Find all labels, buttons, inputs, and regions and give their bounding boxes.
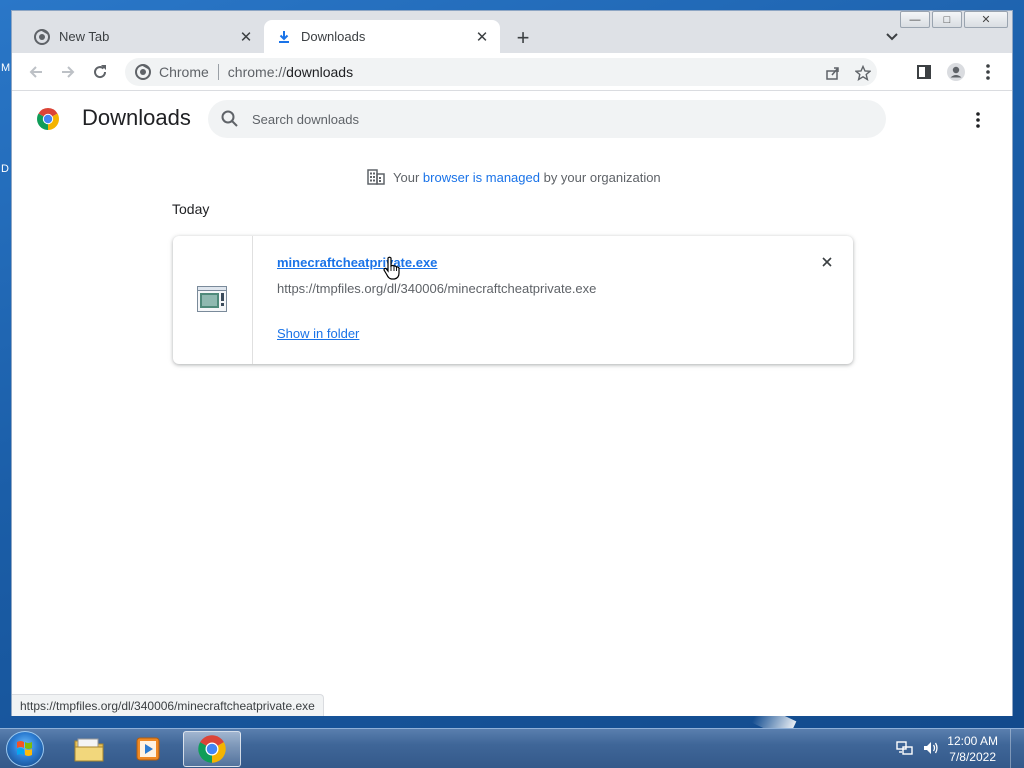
chrome-logo-icon [37,108,59,130]
chrome-icon [135,64,151,80]
chrome-icon [198,735,226,763]
back-button[interactable] [22,58,50,86]
close-window-button[interactable]: ✕ [964,11,1008,28]
window-controls: — □ ✕ [900,11,1008,28]
windows-logo-icon [17,741,32,756]
start-button[interactable] [6,731,44,767]
tab-strip: — □ ✕ New Tab ✕ Downloads ✕ + [12,11,1012,53]
close-tab-icon[interactable]: ✕ [472,27,492,47]
browser-toolbar: Chrome chrome://downloads [12,53,1012,91]
profile-avatar-icon [947,63,965,81]
managed-prefix: Your [393,169,420,185]
downloads-menu-button[interactable] [968,108,988,132]
downloads-header: Downloads [12,92,1012,148]
maximize-button[interactable]: □ [932,11,962,28]
executable-file-icon [197,286,227,312]
clock-time: 12:00 AM [947,734,998,748]
download-icon [276,29,292,45]
taskbar-explorer-button[interactable] [60,731,118,767]
share-icon[interactable] [823,63,843,83]
remove-download-button[interactable] [819,254,835,270]
managed-suffix: by your organization [543,169,661,185]
download-item-card: minecraftcheatprivate.exe https://tmpfil… [173,236,853,364]
tab-title: New Tab [59,29,110,44]
browser-menu-button[interactable] [974,58,1002,86]
download-file-name-link[interactable]: minecraftcheatprivate.exe [277,255,437,270]
tab-search-chevron-icon[interactable] [882,27,902,47]
reload-icon [94,65,107,79]
system-tray [896,739,940,757]
taskbar-clock[interactable]: 12:00 AM 7/8/2022 [947,733,998,765]
address-bar[interactable]: Chrome chrome://downloads [125,58,877,86]
download-icon-column [173,236,253,364]
profile-button[interactable] [942,58,970,86]
tab-new-tab[interactable]: New Tab ✕ [22,20,264,53]
show-desktop-button[interactable] [1010,729,1024,768]
folder-icon [74,738,104,762]
network-icon[interactable] [896,739,914,757]
search-box[interactable] [208,100,886,138]
url-scheme: chrome:// [227,64,287,80]
tab-title: Downloads [301,29,366,44]
url-text: chrome://downloads [228,64,353,80]
taskbar-media-player-button[interactable] [120,731,178,767]
download-source-url: https://tmpfiles.org/dl/340006/minecraft… [277,281,597,296]
search-input[interactable] [252,109,852,129]
chrome-icon [34,28,50,45]
close-icon [822,257,832,267]
close-tab-icon[interactable]: ✕ [236,27,256,47]
reload-button[interactable] [86,58,114,86]
building-icon [367,169,385,185]
site-chip-label: Chrome [159,64,209,80]
volume-icon[interactable] [922,739,940,757]
taskbar-chrome-button[interactable] [183,731,241,767]
page-title: Downloads [82,105,191,130]
windows-taskbar: 12:00 AM 7/8/2022 [0,728,1024,768]
side-panel-button[interactable] [910,58,938,86]
minimize-button[interactable]: — [900,11,930,28]
downloads-page: Downloads Your browser is managed by you… [12,92,1012,716]
browser-window: — □ ✕ New Tab ✕ Downloads ✕ + Chrome chr… [11,10,1013,716]
omnibox-divider [217,64,219,80]
url-host: downloads [286,64,354,80]
side-panel-icon [917,65,931,79]
media-player-icon [136,737,160,761]
tab-downloads[interactable]: Downloads ✕ [264,20,500,53]
show-in-folder-link[interactable]: Show in folder [277,326,359,341]
forward-arrow-icon [62,66,75,78]
desktop-icon-label: D [1,163,9,175]
more-vert-icon [976,112,980,128]
managed-notice: Your browser is managed by your organiza… [367,169,661,185]
forward-button[interactable] [54,58,82,86]
managed-browser-link[interactable]: browser is managed [423,170,540,185]
clock-date: 7/8/2022 [949,750,996,764]
status-bar-url: https://tmpfiles.org/dl/340006/minecraft… [12,694,324,716]
hand-pointer-cursor-icon [383,256,400,280]
search-icon [221,110,238,127]
back-arrow-icon [29,66,42,78]
new-tab-button[interactable]: + [510,25,536,51]
more-vert-icon [986,64,990,80]
desktop-icon-label: M [1,62,11,74]
date-section-heading: Today [172,201,210,217]
bookmark-star-icon[interactable] [853,63,873,83]
